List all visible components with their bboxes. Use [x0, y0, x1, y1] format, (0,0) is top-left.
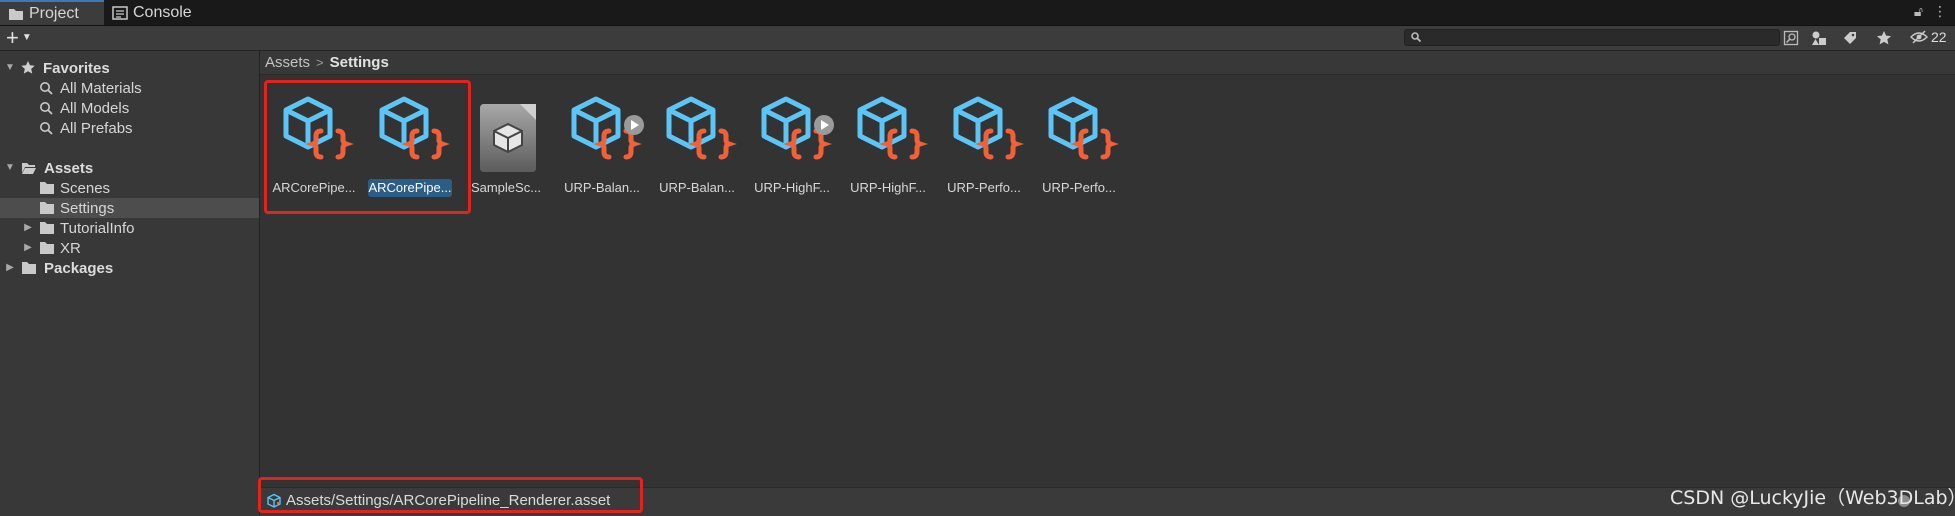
play-badge-icon[interactable] [814, 115, 834, 135]
search-input[interactable] [1425, 30, 1765, 45]
tree-item-label: All Materials [60, 79, 142, 97]
tree-item-packages[interactable]: ▶ Packages [0, 258, 259, 278]
asset-item[interactable]: URP-Perfo... [940, 91, 1028, 201]
tree-item-scenes[interactable]: Scenes [0, 178, 259, 198]
more-options-icon[interactable]: ⋮ [1933, 3, 1947, 20]
asset-item[interactable]: URP-Perfo... [1035, 91, 1123, 201]
pipeline-asset-icon [953, 96, 1024, 160]
search-icon [40, 82, 53, 95]
folder-icon [40, 222, 54, 234]
tree-item-label: Packages [44, 259, 114, 277]
folder-tree: ▼ Favorites All Materials All Models All… [0, 51, 260, 515]
breadcrumb-settings[interactable]: Settings [330, 54, 389, 71]
pipeline-asset-icon [666, 96, 737, 160]
asset-item[interactable]: URP-HighF... [844, 91, 932, 201]
search-by-type-button[interactable] [1780, 29, 1802, 47]
scene-template-icon [480, 104, 536, 172]
asset-browser: Assets > Settings ARCorePipe... ARCorePip… [260, 51, 1955, 515]
tree-item-label: Assets [44, 159, 94, 177]
watermark-text: CSDN @LuckyJie（Web3DLab） [1670, 487, 1955, 509]
star-icon [21, 61, 35, 74]
window-tools: 🔓︎ ⋮ [1914, 3, 1947, 20]
tree-item-label: Scenes [60, 179, 111, 197]
console-icon [112, 5, 128, 20]
tree-item-label: Settings [60, 199, 115, 217]
tab-project-label: Project [29, 4, 79, 22]
create-asset-button[interactable]: + ▼ [6, 27, 32, 49]
search-field[interactable] [1404, 29, 1780, 46]
tab-console[interactable]: Console [104, 0, 204, 25]
asset-item[interactable]: SampleSc... [462, 91, 550, 201]
hidden-packages-toggle[interactable]: 22 [1910, 29, 1947, 45]
search-icon [40, 122, 53, 135]
expand-arrow-icon[interactable]: ▶ [23, 223, 33, 233]
tab-project[interactable]: Project [0, 0, 104, 25]
asset-name: URP-Balan... [659, 180, 735, 195]
add-label: + [6, 25, 19, 50]
tree-item-label: XR [60, 239, 81, 257]
breadcrumb-separator: > [316, 55, 324, 70]
breadcrumb-assets[interactable]: Assets [265, 54, 310, 71]
shapes-icon [1812, 31, 1826, 45]
pipeline-asset-icon [857, 96, 928, 160]
pipeline-asset-icon [1048, 96, 1119, 160]
expand-arrow-icon[interactable]: ▶ [5, 263, 15, 273]
star-icon [1876, 31, 1892, 45]
tab-console-label: Console [133, 3, 192, 21]
folder-icon [40, 202, 54, 214]
chevron-down-icon: ▼ [21, 32, 32, 43]
tree-item-assets[interactable]: ▼ Assets [0, 158, 259, 178]
tree-item-tutorialinfo[interactable]: ▶ TutorialInfo [0, 218, 259, 238]
search-type-icon [1783, 30, 1799, 46]
tree-item-label: Favorites [43, 59, 110, 77]
asset-item[interactable]: URP-Balan... [653, 91, 741, 201]
window-tab-bar: Project Console 🔓︎ ⋮ [0, 0, 1955, 26]
save-search-button[interactable] [1873, 29, 1895, 47]
tree-item-settings[interactable]: Settings [0, 198, 259, 218]
search-icon [40, 102, 53, 115]
folder-open-icon [22, 163, 36, 174]
filter-by-type-button[interactable] [1808, 29, 1830, 47]
filter-by-label-button[interactable] [1839, 29, 1861, 47]
folder-icon [40, 242, 54, 254]
hidden-packages-count: 22 [1931, 29, 1947, 45]
asset-item[interactable]: URP-Balan... [558, 91, 646, 201]
highlight-box [258, 477, 643, 513]
project-toolbar: + ▼ 22 [0, 26, 1955, 51]
tree-item-xr[interactable]: ▶ XR [0, 238, 259, 258]
folder-icon [22, 262, 36, 274]
asset-item[interactable]: URP-HighF... [748, 91, 836, 201]
eye-hidden-icon [1910, 30, 1928, 44]
tree-item-label: All Models [60, 99, 130, 117]
search-icon [1411, 32, 1422, 43]
asset-name: URP-HighF... [754, 180, 830, 195]
expand-arrow-icon[interactable]: ▼ [5, 63, 15, 73]
tree-item-label: TutorialInfo [60, 219, 135, 237]
asset-name: URP-Perfo... [947, 180, 1021, 195]
breadcrumb: Assets > Settings [260, 51, 1955, 75]
asset-name: SampleSc... [470, 180, 542, 195]
lock-icon[interactable]: 🔓︎ [1914, 3, 1923, 20]
expand-arrow-icon[interactable]: ▶ [23, 243, 33, 253]
tree-item-all-prefabs[interactable]: All Prefabs [0, 118, 259, 138]
tag-icon [1844, 32, 1856, 44]
tree-item-favorites[interactable]: ▼ Favorites [0, 58, 259, 78]
tree-item-all-models[interactable]: All Models [0, 98, 259, 118]
folder-icon [9, 8, 23, 20]
expand-arrow-icon[interactable]: ▼ [5, 163, 15, 173]
tree-item-label: All Prefabs [60, 119, 133, 137]
asset-name: URP-Perfo... [1042, 180, 1116, 195]
highlight-box [264, 80, 471, 214]
folder-icon [40, 182, 54, 194]
play-badge-icon[interactable] [624, 115, 644, 135]
tree-item-all-materials[interactable]: All Materials [0, 78, 259, 98]
asset-name: URP-Balan... [564, 180, 640, 195]
asset-name: URP-HighF... [850, 180, 926, 195]
